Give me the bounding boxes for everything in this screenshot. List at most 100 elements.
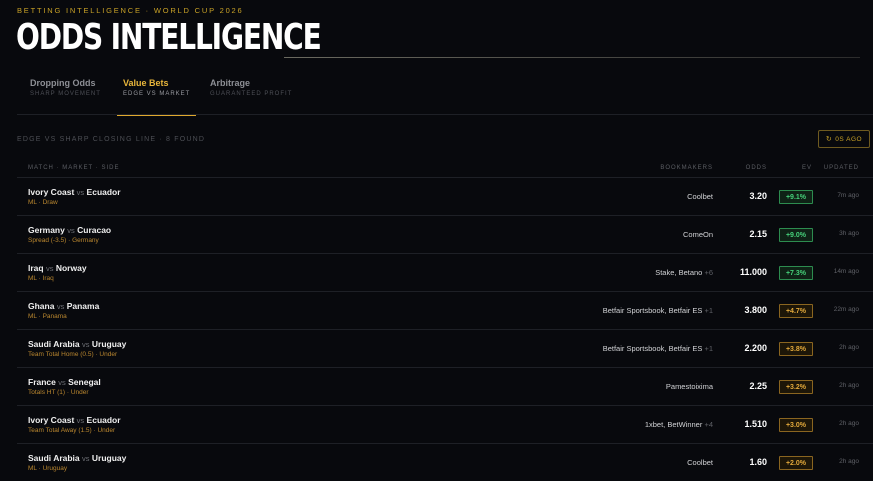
vs-separator: vs [67,226,75,235]
bookmaker-names: Stake, Betano [655,268,703,277]
more-bookmakers-count[interactable]: +6 [704,268,713,277]
tab-label: Value Bets [123,78,169,88]
table-row[interactable]: Ivory Coast vs Ecuador ML · Draw Coolbet 3.… [17,178,873,216]
vs-separator: vs [76,188,85,197]
title-divider [284,57,860,58]
away-team: Uruguay [91,339,127,349]
home-team: Ivory Coast [28,415,75,425]
match-name: Iraq vs Norway [28,263,87,273]
home-team: Germany [28,225,65,235]
tab-bar: Dropping Odds SHARP MOVEMENT Value Bets … [17,78,873,116]
table-row[interactable]: Germany vs Curacao Spread (-3.5) · German… [17,216,873,254]
ev-badge: +4.7% [779,304,813,318]
table-row[interactable]: Saudi Arabia vs Uruguay Team Total Home (… [17,330,873,368]
market-side: Spread (-3.5) · Germany [28,237,99,244]
bookmaker-names: Betfair Sportsbook, Betfair ES [602,306,703,315]
market-side: Team Total Home (0.5) · Under [28,351,118,358]
match-name: France vs Senegal [28,377,101,387]
bookmaker-names: ComeOn [682,230,713,239]
odds-value: 11.000 [739,267,767,277]
bookmakers: Betfair Sportsbook, Betfair ES +1 [603,344,713,353]
market-side: ML · Iraq [28,275,54,282]
more-bookmakers-count[interactable]: +1 [704,306,713,315]
match-name: Ivory Coast vs Ecuador [28,187,121,197]
market-side: Totals HT (1) · Under [28,389,89,396]
match-name: Germany vs Curacao [28,225,111,235]
market-side: ML · Uruguay [28,465,68,472]
bookmakers: ComeOn [683,230,713,239]
column-header-bookmakers: BOOKMAKERS [660,165,713,171]
market-side: ML · Panama [28,313,67,320]
market-side: ML · Draw [28,199,58,206]
updated-time: 14m ago [833,268,859,275]
tab-arbitrage[interactable]: Arbitrage GUARANTEED PROFIT [210,78,292,115]
bookmakers: Pamestoixima [666,382,713,391]
column-header-match: MATCH · MARKET · SIDE [28,165,120,171]
column-header-odds: ODDS [745,165,767,171]
vs-separator: vs [76,416,85,425]
market-side: Team Total Away (1.5) · Under [28,427,116,434]
ev-badge: +2.0% [779,456,813,470]
bookmakers: Coolbet [687,192,713,201]
away-team: Uruguay [91,453,127,463]
ev-badge: +7.3% [779,266,813,280]
updated-time: 3h ago [839,230,859,237]
odds-value: 1.60 [749,457,767,467]
updated-time: 2h ago [839,420,859,427]
tab-value-bets[interactable]: Value Bets EDGE VS MARKET [116,78,197,116]
away-team: Ecuador [86,187,121,197]
home-team: Saudi Arabia [28,453,80,463]
column-header-updated: UPDATED [823,165,859,171]
tab-label: Arbitrage [210,78,251,88]
bookmaker-names: Coolbet [687,458,713,467]
table-row[interactable]: France vs Senegal Totals HT (1) · Under Pa… [17,368,873,406]
ev-badge: +3.2% [779,380,813,394]
odds-value: 2.25 [749,381,767,391]
away-team: Norway [55,263,87,273]
bookmakers: 1xbet, BetWinner +4 [645,420,713,429]
updated-time: 22m ago [833,306,859,313]
refresh-label: 0S AGO [835,135,863,143]
bookmaker-names: Betfair Sportsbook, Betfair ES [602,344,703,353]
more-bookmakers-count[interactable]: +1 [704,344,713,353]
bookmakers: Coolbet [687,458,713,467]
results-summary: EDGE VS SHARP CLOSING LINE · 8 FOUND [17,136,206,143]
ev-badge: +9.0% [779,228,813,242]
column-header-ev: EV [801,165,812,171]
refresh-button[interactable]: ↻ 0S AGO [818,130,870,148]
tab-subtitle: GUARANTEED PROFIT [210,91,293,97]
tab-subtitle: EDGE VS MARKET [123,91,191,97]
bookmakers: Stake, Betano +6 [655,268,713,277]
table-row[interactable]: Ivory Coast vs Ecuador Team Total Away (1… [17,406,873,444]
table-header: MATCH · MARKET · SIDE BOOKMAKERS ODDS EV… [17,160,873,178]
vs-separator: vs [58,378,66,387]
bookmaker-names: Pamestoixima [665,382,713,391]
tab-subtitle: SHARP MOVEMENT [30,91,101,97]
home-team: Iraq [28,263,44,273]
odds-value: 1.510 [744,419,767,429]
bookmaker-names: Coolbet [687,192,713,201]
tab-label: Dropping Odds [30,78,96,88]
updated-time: 2h ago [839,344,859,351]
vs-separator: vs [82,340,90,349]
ev-badge: +9.1% [779,190,813,204]
match-name: Saudi Arabia vs Uruguay [28,339,126,349]
tab-dropping-odds[interactable]: Dropping Odds SHARP MOVEMENT [30,78,101,115]
match-name: Ghana vs Panama [28,301,99,311]
updated-time: 7m ago [837,192,859,199]
table-row[interactable]: Ghana vs Panama ML · Panama Betfair Sports… [17,292,873,330]
more-bookmakers-count[interactable]: +4 [704,420,713,429]
odds-value: 3.800 [744,305,767,315]
ev-badge: +3.0% [779,418,813,432]
home-team: Saudi Arabia [28,339,80,349]
vs-separator: vs [82,454,90,463]
away-team: Curacao [77,225,112,235]
table-row[interactable]: Iraq vs Norway ML · Iraq Stake, Betano +6 1… [17,254,873,292]
vs-separator: vs [45,264,54,273]
odds-value: 3.20 [749,191,767,201]
home-team: Ivory Coast [28,187,75,197]
home-team: Ghana [28,301,55,311]
home-team: France [28,377,56,387]
table-row[interactable]: Saudi Arabia vs Uruguay ML · Uruguay Coolb… [17,444,873,481]
away-team: Ecuador [86,415,121,425]
